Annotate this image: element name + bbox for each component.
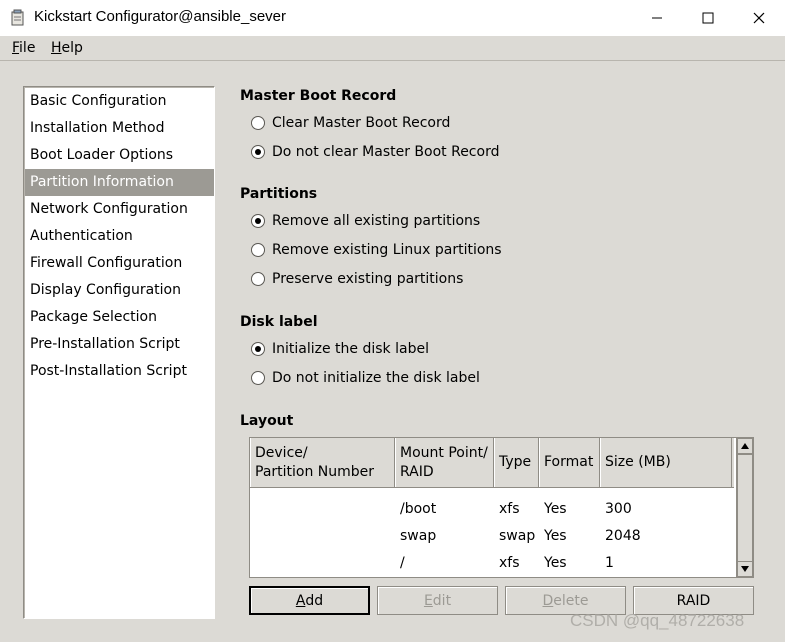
sidebar-item-post-installation-script[interactable]: Post-Installation Script	[25, 358, 214, 385]
window-title: Kickstart Configurator@ansible_sever	[34, 8, 287, 25]
radio-initialize-disk-label[interactable]: Initialize the disk label	[251, 339, 429, 359]
partition-table[interactable]: Device/ Partition Number Mount Point/ RA…	[249, 437, 754, 578]
kickstart-app-icon	[11, 9, 24, 26]
close-button[interactable]	[733, 0, 785, 36]
button-label: dit	[432, 592, 452, 609]
radio-button[interactable]	[251, 116, 265, 130]
cell-size: 1	[605, 555, 614, 571]
sidebar: Basic Configuration Installation Method …	[23, 86, 215, 619]
column-header-label: Partition Number	[255, 463, 375, 480]
column-header-label: RAID	[400, 463, 434, 480]
column-header-label: Mount Point/	[400, 444, 488, 461]
sidebar-item-basic-configuration[interactable]: Basic Configuration	[25, 88, 214, 115]
sidebar-item-installation-method[interactable]: Installation Method	[25, 115, 214, 142]
menu-help[interactable]: Help	[51, 40, 83, 56]
maximize-icon	[702, 12, 714, 24]
radio-label: Remove all existing partitions	[272, 213, 481, 229]
radio-do-not-clear-mbr[interactable]: Do not clear Master Boot Record	[251, 142, 499, 162]
menu-bar: File Help	[0, 36, 785, 61]
cell-mount: /boot	[400, 501, 437, 517]
watermark-text: CSDN @qq_48722638	[570, 611, 745, 630]
minimize-icon	[652, 17, 662, 19]
sidebar-item-authentication[interactable]: Authentication	[25, 223, 214, 250]
radio-clear-mbr[interactable]: Clear Master Boot Record	[251, 113, 450, 133]
button-label: elete	[553, 592, 589, 609]
radio-button[interactable]	[251, 371, 265, 385]
radio-label: Preserve existing partitions	[272, 271, 464, 287]
cell-format: Yes	[544, 555, 567, 571]
menu-help-label: elp	[61, 40, 83, 56]
radio-button[interactable]	[251, 272, 265, 286]
disklabel-section-title: Disk label	[240, 314, 318, 330]
title-bar: Kickstart Configurator@ansible_sever	[0, 0, 785, 36]
radio-label: Clear Master Boot Record	[272, 115, 451, 131]
button-mnemonic: D	[542, 592, 554, 609]
menu-help-mnemonic: H	[51, 40, 62, 56]
table-body: /boot xfs Yes 300 swap swap Yes 2048 / x…	[250, 488, 734, 577]
sidebar-item-partition-information[interactable]: Partition Information	[25, 169, 214, 196]
mbr-section-title: Master Boot Record	[240, 88, 397, 104]
radio-label: Do not initialize the disk label	[272, 370, 480, 386]
column-header-label: Type	[499, 454, 532, 470]
sidebar-item-pre-installation-script[interactable]: Pre-Installation Script	[25, 331, 214, 358]
radio-label: Do not clear Master Boot Record	[272, 144, 500, 160]
cell-mount: swap	[400, 528, 437, 544]
column-header-type[interactable]: Type	[494, 438, 539, 487]
column-header-format[interactable]: Format	[539, 438, 600, 487]
radio-button-checked[interactable]	[251, 342, 265, 356]
button-label: RAID	[676, 592, 711, 609]
sidebar-item-network-configuration[interactable]: Network Configuration	[25, 196, 214, 223]
sidebar-item-display-configuration[interactable]: Display Configuration	[25, 277, 214, 304]
close-icon	[753, 12, 765, 24]
layout-section-title: Layout	[240, 413, 294, 429]
scroll-down-button[interactable]	[737, 561, 753, 577]
table-vertical-scrollbar[interactable]	[736, 437, 754, 578]
add-button[interactable]: Add	[249, 586, 370, 615]
cell-format: Yes	[544, 501, 567, 517]
button-mnemonic: E	[423, 592, 433, 609]
button-label: dd	[305, 592, 324, 609]
radio-label: Initialize the disk label	[272, 341, 429, 357]
minimize-button[interactable]	[631, 0, 683, 36]
radio-remove-all-partitions[interactable]: Remove all existing partitions	[251, 211, 480, 231]
cell-type: xfs	[499, 501, 520, 517]
radio-do-not-initialize-disk-label[interactable]: Do not initialize the disk label	[251, 368, 480, 388]
cell-size: 2048	[605, 528, 641, 544]
menu-file-label: ile	[19, 40, 36, 56]
menu-file-mnemonic: F	[12, 40, 20, 56]
scrollbar-thumb[interactable]	[737, 454, 753, 562]
menu-file[interactable]: File	[12, 40, 35, 56]
radio-button[interactable]	[251, 243, 265, 257]
cell-type: swap	[499, 528, 536, 544]
radio-label: Remove existing Linux partitions	[272, 242, 502, 258]
maximize-button[interactable]	[682, 0, 734, 36]
cell-type: xfs	[499, 555, 520, 571]
cell-mount: /	[400, 555, 405, 571]
column-header-label: Device/	[255, 444, 308, 461]
cell-size: 300	[605, 501, 632, 517]
partitions-section-title: Partitions	[240, 186, 318, 202]
radio-preserve-partitions[interactable]: Preserve existing partitions	[251, 269, 463, 289]
column-header-label: Format	[544, 454, 594, 470]
cell-format: Yes	[544, 528, 567, 544]
sidebar-item-package-selection[interactable]: Package Selection	[25, 304, 214, 331]
column-header-size[interactable]: Size (MB)	[600, 438, 732, 487]
arrow-up-icon	[741, 443, 749, 449]
radio-button-checked[interactable]	[251, 145, 265, 159]
edit-button[interactable]: Edit	[377, 586, 498, 615]
column-header-device[interactable]: Device/ Partition Number	[250, 438, 395, 487]
arrow-down-icon	[741, 566, 749, 572]
column-header-label: Size (MB)	[605, 454, 671, 470]
sidebar-item-firewall-configuration[interactable]: Firewall Configuration	[25, 250, 214, 277]
button-mnemonic: A	[295, 592, 306, 609]
sidebar-item-boot-loader-options[interactable]: Boot Loader Options	[25, 142, 214, 169]
column-header-mount-point[interactable]: Mount Point/ RAID	[395, 438, 494, 487]
scroll-up-button[interactable]	[737, 438, 753, 454]
radio-remove-linux-partitions[interactable]: Remove existing Linux partitions	[251, 240, 502, 260]
radio-button-checked[interactable]	[251, 214, 265, 228]
table-header: Device/ Partition Number Mount Point/ RA…	[250, 438, 734, 488]
